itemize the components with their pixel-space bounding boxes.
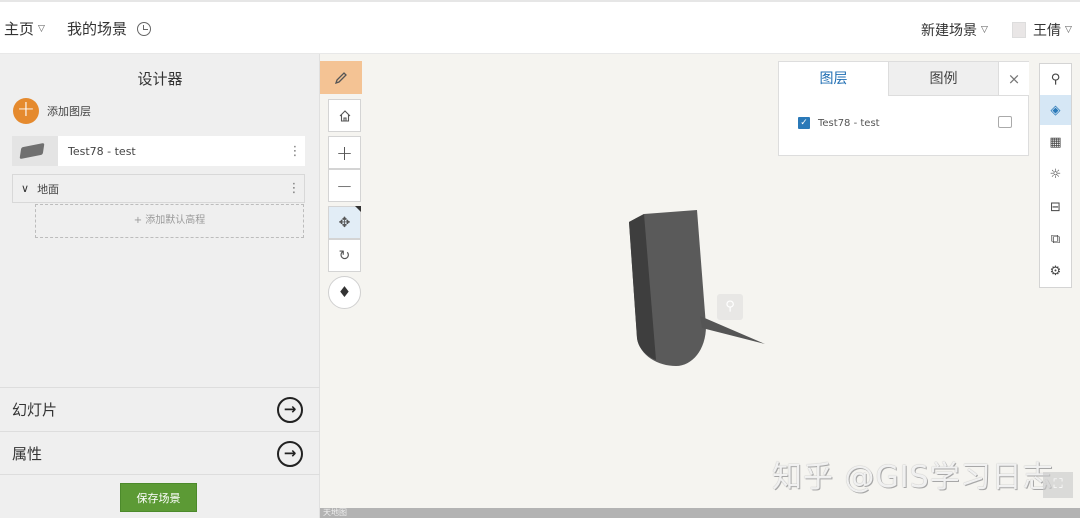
tab-layers[interactable]: 图层 <box>779 62 888 96</box>
avatar <box>1012 22 1026 38</box>
more-options-icon[interactable]: ⋮ <box>285 144 305 159</box>
designer-panel: 设计器 + 添加图层 Test78 - test ⋮ ∨ 地面 ⋮ + 添加默认… <box>0 54 320 518</box>
compass-button[interactable]: ♦ <box>328 276 361 309</box>
save-scene-button[interactable]: 保存场景 <box>120 483 197 512</box>
search-button[interactable]: ⚲ <box>1040 64 1071 94</box>
chevron-down-icon: ▽ <box>1065 25 1072 35</box>
properties-section[interactable]: 属性 → <box>0 431 320 475</box>
new-scene-label: 新建场景 <box>921 23 977 39</box>
pan-icon: ✥ <box>338 214 351 231</box>
history-icon <box>137 21 152 36</box>
plus-icon: + <box>13 98 39 124</box>
zoom-to-layer-icon[interactable] <box>998 116 1012 128</box>
home-button[interactable] <box>328 99 361 132</box>
layer-list-item[interactable]: ✓ Test78 - test <box>798 117 880 129</box>
user-name: 王倩 <box>1033 23 1061 39</box>
add-elevation-button[interactable]: + 添加默认高程 <box>35 204 304 238</box>
compass-icon: ♦ <box>337 283 352 301</box>
new-scene-menu[interactable]: 新建场景 ▽ <box>921 20 988 40</box>
slides-section[interactable]: 幻灯片 → <box>0 387 320 431</box>
map-attribution: 天地图 <box>320 508 1080 518</box>
arrow-right-icon[interactable]: → <box>277 440 303 467</box>
top-navigation-bar: 主页 ▽ 我的场景 新建场景 ▽ 王倩 ▽ <box>0 0 1080 54</box>
chevron-down-icon: ▽ <box>981 25 988 35</box>
settings-icon: ⚙ <box>1049 263 1062 279</box>
basemap-button[interactable]: ▦ <box>1040 127 1071 157</box>
ground-label: 地面 <box>37 182 60 196</box>
layer-list-item-label: Test78 - test <box>818 117 880 129</box>
share-icon: ⧉ <box>1050 231 1061 247</box>
rotate-tool-button[interactable]: ↻ <box>328 239 361 272</box>
add-layer-label: 添加图层 <box>47 105 91 118</box>
right-toolbar: ⚲ ◈ ▦ ☼ ⊟ ⧉ ⚙ <box>1039 63 1072 288</box>
add-layer-button[interactable]: + 添加图层 <box>13 98 91 124</box>
layer-item[interactable]: Test78 - test ⋮ <box>12 136 305 166</box>
save-footer: 保存场景 <box>0 474 320 518</box>
layer-item-label: Test78 - test <box>68 144 136 158</box>
arrow-right-icon[interactable]: → <box>277 396 303 423</box>
pan-tool-button[interactable]: ✥ <box>328 206 361 239</box>
daylight-icon: ☼ <box>1049 166 1062 182</box>
designer-title: 设计器 <box>137 70 183 88</box>
chevron-down-icon: ▽ <box>38 23 45 34</box>
zoom-out-button[interactable]: − <box>328 169 361 202</box>
properties-label: 属性 <box>12 445 43 463</box>
search-icon[interactable]: ⚲ <box>717 294 743 320</box>
sketch-tool-button[interactable] <box>320 61 362 94</box>
search-icon: ⚲ <box>1050 71 1061 87</box>
pencil-icon <box>334 71 347 84</box>
basemap-icon: ▦ <box>1049 134 1062 150</box>
my-scenes-label: 我的场景 <box>67 20 128 38</box>
settings-button[interactable]: ⚙ <box>1040 256 1071 286</box>
fullscreen-icon[interactable]: ⛶ <box>1043 472 1073 498</box>
rotate-icon: ↻ <box>338 247 351 264</box>
home-menu[interactable]: 主页 ▽ <box>4 18 45 39</box>
ground-item[interactable]: ∨ 地面 ⋮ <box>12 174 305 203</box>
more-options-icon[interactable]: ⋮ <box>284 181 304 196</box>
layers-panel: 图层 图例 × ✓ Test78 - test <box>778 61 1029 156</box>
slides-label: 幻灯片 <box>12 401 58 419</box>
tab-legend[interactable]: 图例 <box>888 62 998 96</box>
measure-button[interactable]: ⊟ <box>1040 192 1071 222</box>
layers-button[interactable]: ◈ <box>1040 95 1071 125</box>
chevron-down-icon[interactable]: ∨ <box>21 182 29 195</box>
home-menu-label: 主页 <box>4 20 35 38</box>
home-icon <box>339 109 350 122</box>
close-icon[interactable]: × <box>998 62 1029 96</box>
zoom-in-button[interactable]: + <box>328 136 361 169</box>
minus-icon: − <box>336 173 353 198</box>
watermark-text: 知乎 @GIS学习日志 <box>772 460 1054 495</box>
scene-3d-model[interactable] <box>600 190 780 380</box>
user-menu[interactable]: 王倩 ▽ <box>1012 20 1072 40</box>
daylight-button[interactable]: ☼ <box>1040 159 1071 189</box>
layer-thumbnail <box>12 136 58 166</box>
my-scenes-menu[interactable]: 我的场景 <box>67 18 152 39</box>
measure-icon: ⊟ <box>1050 199 1061 215</box>
plus-icon: + <box>336 140 353 165</box>
share-button[interactable]: ⧉ <box>1040 224 1071 254</box>
layers-icon: ◈ <box>1050 102 1061 118</box>
layer-visibility-checkbox[interactable]: ✓ <box>798 117 810 129</box>
